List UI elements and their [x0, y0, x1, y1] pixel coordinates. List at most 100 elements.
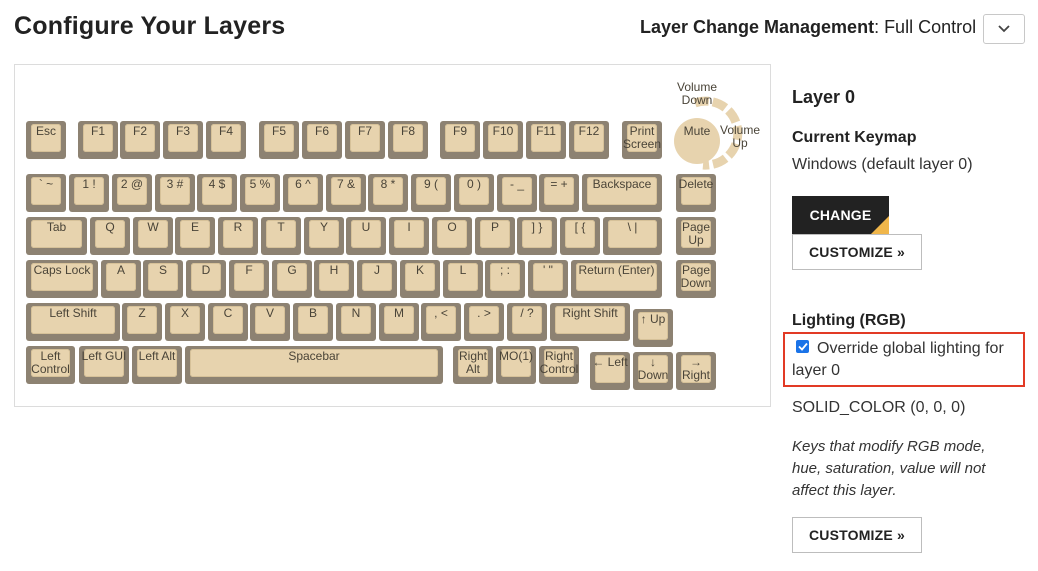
- key-right-shift[interactable]: Right Shift: [550, 303, 630, 341]
- key-o[interactable]: O: [432, 217, 472, 255]
- key-esc[interactable]: Esc: [26, 121, 66, 159]
- key-label: F10: [492, 124, 514, 138]
- change-keymap-button[interactable]: CHANGE: [792, 196, 889, 234]
- key-i[interactable]: I: [389, 217, 429, 255]
- key-semicolon[interactable]: ; :: [485, 260, 525, 298]
- encoder-mute-knob[interactable]: Mute: [674, 118, 720, 164]
- key-f7[interactable]: F7: [345, 121, 385, 159]
- key-left-gui[interactable]: Left GUI: [79, 346, 129, 384]
- key-t[interactable]: T: [261, 217, 301, 255]
- key-z[interactable]: Z: [122, 303, 162, 341]
- key-down[interactable]: ↓ Down: [633, 352, 673, 390]
- encoder-volume-up[interactable]: Volume Up: [717, 124, 763, 150]
- key-left-alt[interactable]: Left Alt: [132, 346, 182, 384]
- key-mo1[interactable]: MO(1): [496, 346, 536, 384]
- key-period[interactable]: . >: [464, 303, 504, 341]
- key-h[interactable]: H: [314, 260, 354, 298]
- key-page-down[interactable]: Page Down: [676, 260, 716, 298]
- key-f12[interactable]: F12: [569, 121, 609, 159]
- key-u[interactable]: U: [346, 217, 386, 255]
- key-caps-lock[interactable]: Caps Lock: [26, 260, 98, 298]
- key-y[interactable]: Y: [304, 217, 344, 255]
- key-rbracket[interactable]: ] }: [517, 217, 557, 255]
- key-label: Left GUI: [81, 349, 127, 363]
- override-lighting-checkbox[interactable]: [796, 340, 809, 353]
- current-keymap-value: Windows (default layer 0): [792, 156, 973, 173]
- key-tab[interactable]: Tab: [26, 217, 87, 255]
- key-f6[interactable]: F6: [302, 121, 342, 159]
- key-left-control[interactable]: Left Control: [26, 346, 75, 384]
- customize-keymap-button[interactable]: CUSTOMIZE »: [792, 234, 922, 270]
- key-left[interactable]: ← Left: [590, 352, 630, 390]
- key-f[interactable]: F: [229, 260, 269, 298]
- key-4[interactable]: 4 $: [197, 174, 237, 212]
- key-m[interactable]: M: [379, 303, 419, 341]
- key-8[interactable]: 8 *: [368, 174, 408, 212]
- key-f11[interactable]: F11: [526, 121, 566, 159]
- key-6[interactable]: 6 ^: [283, 174, 323, 212]
- key-return[interactable]: Return (Enter): [571, 260, 662, 298]
- key-n[interactable]: N: [336, 303, 376, 341]
- key-label: U: [361, 220, 371, 234]
- key-2[interactable]: 2 @: [112, 174, 152, 212]
- key-l[interactable]: L: [443, 260, 483, 298]
- encoder-mute-label: Mute: [683, 124, 711, 138]
- customize-lighting-button[interactable]: CUSTOMIZE »: [792, 517, 922, 553]
- key-page-up[interactable]: Page Up: [676, 217, 716, 255]
- key-f8[interactable]: F8: [388, 121, 428, 159]
- key-right[interactable]: → Right: [676, 352, 716, 390]
- key-backslash[interactable]: \ |: [603, 217, 662, 255]
- key-q[interactable]: Q: [90, 217, 130, 255]
- key-quote[interactable]: ' ": [528, 260, 568, 298]
- key-f5[interactable]: F5: [259, 121, 299, 159]
- key-7[interactable]: 7 &: [326, 174, 366, 212]
- key-f2[interactable]: F2: [120, 121, 160, 159]
- key-backspace[interactable]: Backspace: [582, 174, 662, 212]
- key-0[interactable]: 0 ): [454, 174, 494, 212]
- key-5[interactable]: 5 %: [240, 174, 280, 212]
- key-label: I: [407, 220, 411, 234]
- key-right-control[interactable]: Right Control: [539, 346, 579, 384]
- key-e[interactable]: E: [175, 217, 215, 255]
- key-f4[interactable]: F4: [206, 121, 246, 159]
- key-f9[interactable]: F9: [440, 121, 480, 159]
- key-lbracket[interactable]: [ {: [560, 217, 600, 255]
- key-p[interactable]: P: [475, 217, 515, 255]
- key-label: ` ~: [38, 177, 54, 191]
- key-up[interactable]: ↑ Up: [633, 309, 673, 347]
- key-v[interactable]: V: [250, 303, 290, 341]
- key-left-shift[interactable]: Left Shift: [26, 303, 120, 341]
- key-label: T: [277, 220, 285, 234]
- key-f1[interactable]: F1: [78, 121, 118, 159]
- key-minus[interactable]: - _: [497, 174, 537, 212]
- key-a[interactable]: A: [101, 260, 141, 298]
- key-g[interactable]: G: [272, 260, 312, 298]
- key-9[interactable]: 9 (: [411, 174, 451, 212]
- key-c[interactable]: C: [208, 303, 248, 341]
- key-spacebar[interactable]: Spacebar: [185, 346, 443, 384]
- key-w[interactable]: W: [133, 217, 173, 255]
- key-comma[interactable]: , <: [421, 303, 461, 341]
- key-label: D: [201, 263, 211, 277]
- key-r[interactable]: R: [218, 217, 258, 255]
- key-x[interactable]: X: [165, 303, 205, 341]
- key-right-alt[interactable]: Right Alt: [453, 346, 493, 384]
- key-label: A: [116, 263, 125, 277]
- change-button-label: CHANGE: [809, 207, 872, 223]
- key-slash[interactable]: / ?: [507, 303, 547, 341]
- layer-change-dropdown[interactable]: [983, 14, 1025, 44]
- key-grave[interactable]: ` ~: [26, 174, 66, 212]
- key-j[interactable]: J: [357, 260, 397, 298]
- key-equal[interactable]: = +: [539, 174, 579, 212]
- key-f3[interactable]: F3: [163, 121, 203, 159]
- key-b[interactable]: B: [293, 303, 333, 341]
- key-3[interactable]: 3 #: [155, 174, 195, 212]
- key-k[interactable]: K: [400, 260, 440, 298]
- key-d[interactable]: D: [186, 260, 226, 298]
- encoder-volume-down[interactable]: Volume Down: [672, 81, 722, 107]
- key-f10[interactable]: F10: [483, 121, 523, 159]
- key-s[interactable]: S: [143, 260, 183, 298]
- override-lighting-label[interactable]: Override global lighting for layer 0: [792, 338, 1022, 382]
- lighting-heading: Lighting (RGB): [792, 312, 906, 329]
- key-1[interactable]: 1 !: [69, 174, 109, 212]
